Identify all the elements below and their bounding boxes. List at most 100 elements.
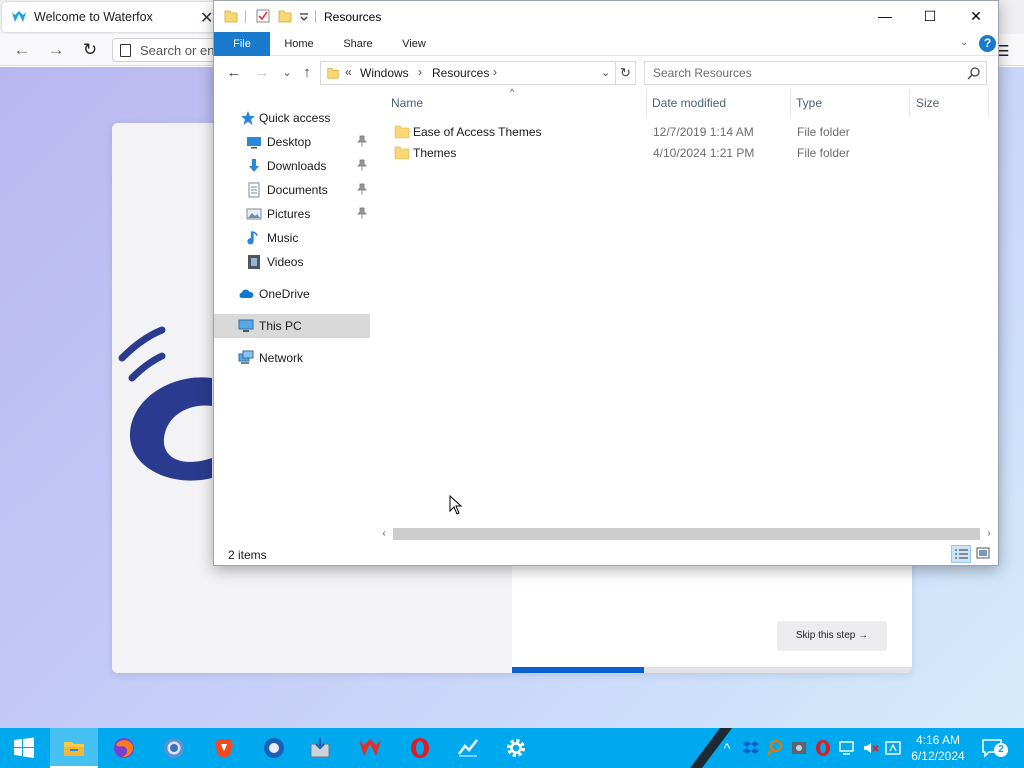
- large-icons-view-icon[interactable]: [974, 545, 994, 563]
- column-header-name[interactable]: Name: [391, 96, 423, 110]
- brave-icon: [215, 739, 233, 758]
- column-header-date-modified[interactable]: Date modified: [652, 96, 726, 110]
- folder-icon: [394, 125, 410, 139]
- breadcrumb-separator[interactable]: ›: [493, 65, 497, 79]
- taskbar-settings[interactable]: [492, 728, 540, 768]
- minimize-icon[interactable]: —: [862, 1, 908, 32]
- sidebar-item-videos[interactable]: Videos: [214, 250, 370, 274]
- column-divider[interactable]: [988, 89, 989, 117]
- taskbar-chrome[interactable]: [150, 728, 198, 768]
- documents-icon: [248, 182, 260, 198]
- search-tool-icon[interactable]: [766, 739, 784, 757]
- taskbar-opera[interactable]: [396, 728, 444, 768]
- up-icon[interactable]: ↑: [297, 63, 317, 83]
- refresh-icon[interactable]: ↻: [616, 61, 636, 85]
- column-divider[interactable]: [909, 89, 910, 117]
- new-folder-icon[interactable]: [277, 8, 293, 24]
- search-box[interactable]: [644, 61, 987, 85]
- search-input[interactable]: [653, 65, 953, 81]
- expand-ribbon-icon[interactable]: ⌄: [960, 37, 968, 48]
- scrollbar-thumb[interactable]: [393, 528, 980, 540]
- taskbar-firefox[interactable]: [100, 728, 148, 768]
- scroll-right-icon[interactable]: ›: [982, 527, 996, 541]
- quick-access-dropdown-icon[interactable]: [296, 8, 312, 24]
- sidebar-item-label: Quick access: [259, 111, 331, 125]
- downloads-icon: [249, 159, 259, 172]
- volume-muted-icon[interactable]: [862, 739, 880, 757]
- browser-back-icon[interactable]: ←: [12, 40, 32, 60]
- sidebar-item-onedrive[interactable]: OneDrive: [214, 282, 370, 306]
- browser-forward-icon[interactable]: →: [46, 40, 66, 60]
- firefox-icon: [114, 738, 134, 758]
- tab-share[interactable]: Share: [336, 32, 380, 56]
- browser-tab-close-icon[interactable]: ✕: [200, 8, 213, 28]
- breadcrumb-separator[interactable]: ›: [418, 65, 422, 79]
- pictures-icon: [246, 208, 262, 220]
- taskbar-pinned-app[interactable]: [444, 728, 492, 768]
- onboarding-progress: [512, 667, 912, 673]
- help-icon[interactable]: ?: [979, 35, 996, 52]
- opera-tray-icon[interactable]: [814, 739, 832, 757]
- taskbar-waterfox[interactable]: [346, 728, 394, 768]
- sidebar-item-label: This PC: [259, 319, 302, 333]
- clock[interactable]: 4:16 AM 6/12/2024: [900, 732, 976, 764]
- recent-locations-icon[interactable]: ⌄: [277, 63, 297, 83]
- taskbar-brave[interactable]: [200, 728, 248, 768]
- folder-icon: [224, 10, 238, 23]
- address-row: ← → ⌄ ↑ « Windows › Resources › ⌄ ↻: [214, 56, 998, 89]
- forward-icon[interactable]: →: [252, 63, 272, 83]
- breadcrumb-overflow[interactable]: «: [345, 65, 352, 79]
- desktop-icon: [247, 137, 261, 149]
- clock-date: 6/12/2024: [911, 749, 965, 763]
- pin-icon: [357, 207, 367, 219]
- tab-home[interactable]: Home: [277, 32, 321, 56]
- sidebar-item-desktop[interactable]: Desktop: [214, 130, 370, 154]
- column-divider[interactable]: [790, 89, 791, 117]
- close-icon[interactable]: ✕: [953, 1, 999, 32]
- computer-icon: [238, 319, 254, 332]
- address-dropdown-icon[interactable]: ⌄: [601, 66, 610, 79]
- dropbox-icon[interactable]: [742, 739, 760, 757]
- scroll-left-icon[interactable]: ‹: [377, 527, 391, 541]
- cloud-icon: [239, 289, 254, 298]
- back-icon[interactable]: ←: [224, 63, 244, 83]
- divider: [315, 10, 316, 23]
- sidebar-item-downloads[interactable]: Downloads: [214, 154, 370, 178]
- taskbar: ^ 4:16 AM 6/12/2024 2: [0, 728, 1024, 768]
- horizontal-scrollbar[interactable]: ‹ ›: [376, 525, 998, 543]
- breadcrumb-windows[interactable]: Windows: [360, 66, 409, 80]
- sidebar-item-pictures[interactable]: Pictures: [214, 202, 370, 226]
- sidebar-item-music[interactable]: Music: [214, 226, 370, 250]
- column-divider[interactable]: [646, 89, 647, 117]
- file-row[interactable]: Themes 4/10/2024 1:21 PM File folder: [386, 143, 986, 164]
- start-button[interactable]: [0, 728, 48, 768]
- address-bar[interactable]: « Windows › Resources › ⌄: [320, 61, 616, 85]
- sidebar-item-documents[interactable]: Documents: [214, 178, 370, 202]
- notification-center-button[interactable]: 2: [980, 736, 1008, 760]
- notification-badge: 2: [994, 743, 1008, 757]
- taskbar-file-explorer[interactable]: [50, 728, 98, 768]
- taskbar-installer[interactable]: [296, 728, 344, 768]
- details-view-icon[interactable]: [951, 545, 971, 563]
- explorer-titlebar[interactable]: Resources — ☐ ✕: [214, 1, 998, 32]
- column-header-size[interactable]: Size: [916, 96, 939, 110]
- file-row[interactable]: Ease of Access Themes 12/7/2019 1:14 AM …: [386, 122, 986, 143]
- sidebar-item-network[interactable]: Network: [214, 346, 370, 370]
- column-header-type[interactable]: Type: [796, 96, 822, 110]
- sidebar-item-quick-access[interactable]: Quick access: [214, 106, 370, 130]
- skip-step-button[interactable]: Skip this step →: [777, 621, 887, 651]
- sidebar-item-this-pc[interactable]: This PC: [214, 314, 370, 338]
- system-tool-icon[interactable]: [790, 739, 808, 757]
- sort-ascending-icon: ^: [510, 87, 515, 97]
- browser-tab[interactable]: Welcome to Waterfox ✕: [2, 2, 216, 32]
- clock-time: 4:16 AM: [915, 733, 961, 747]
- maximize-icon[interactable]: ☐: [907, 1, 953, 32]
- properties-icon[interactable]: [255, 8, 271, 24]
- tray-overflow-icon[interactable]: ^: [718, 739, 736, 757]
- tab-view[interactable]: View: [394, 32, 434, 56]
- tab-file[interactable]: File: [214, 32, 270, 56]
- network-status-icon[interactable]: [838, 739, 856, 757]
- browser-reload-icon[interactable]: ↻: [80, 40, 100, 60]
- taskbar-browser[interactable]: [250, 728, 298, 768]
- breadcrumb-resources[interactable]: Resources: [432, 66, 489, 80]
